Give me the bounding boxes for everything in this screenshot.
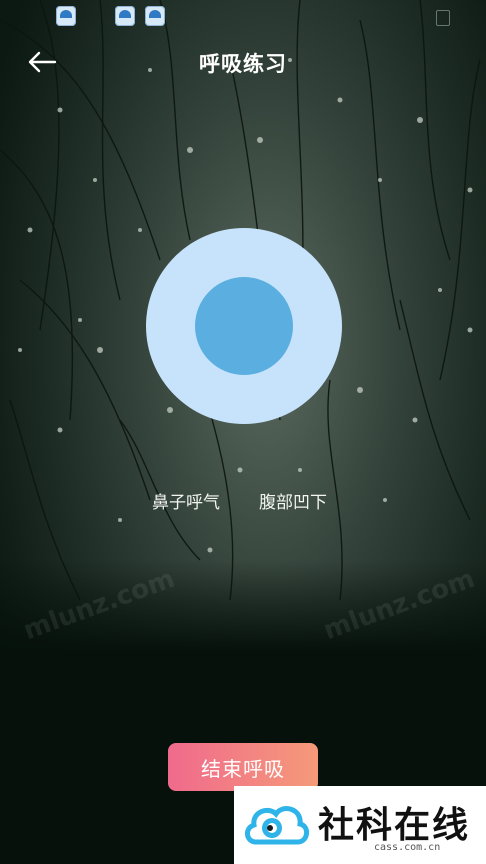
status-bar <box>0 0 486 34</box>
breathing-outer-circle <box>146 228 342 424</box>
breathing-inner-circle <box>195 277 293 375</box>
app-notification-icon <box>145 6 165 26</box>
end-breathing-button[interactable]: 结束呼吸 <box>168 743 318 791</box>
cloud-logo-icon <box>245 806 309 845</box>
battery-icon <box>436 10 450 26</box>
breathing-hint-belly: 腹部凹下 <box>259 493 327 513</box>
watermark-brand: 社科在线 <box>318 805 471 846</box>
top-bar: 呼吸练习 <box>0 34 486 90</box>
page-title: 呼吸练习 <box>199 52 287 76</box>
site-watermark: 社科在线 cass.com.cn <box>234 786 486 864</box>
app-notification-icon <box>56 6 76 26</box>
watermark-url: cass.com.cn <box>374 842 441 853</box>
app-notification-icon <box>115 6 135 26</box>
breathing-hint-action: 鼻子呼气 <box>152 493 220 513</box>
